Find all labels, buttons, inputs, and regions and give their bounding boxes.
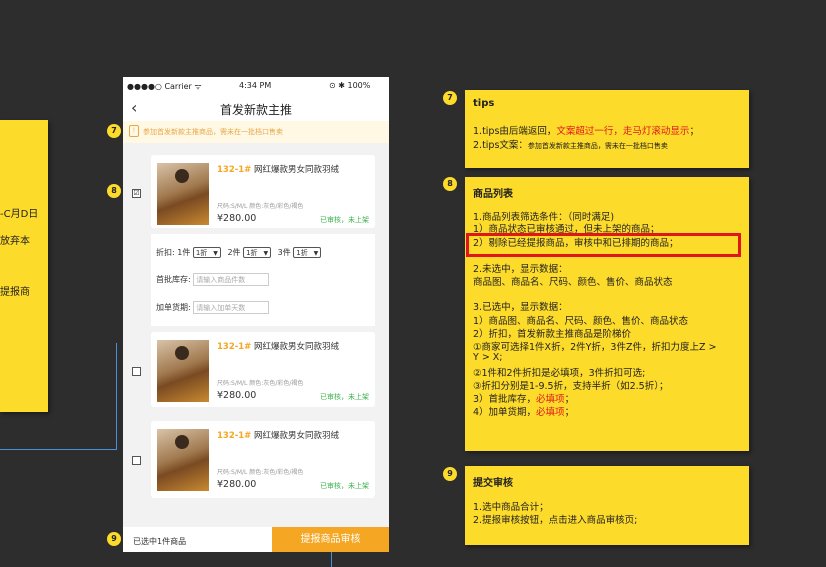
status-bar: ●●●●○ Carrier ᯤ 4:34 PM ⊙ ✱ 100% <box>123 77 389 95</box>
note-line: 1.tips由后端返回，文案超过一行，走马灯滚动显示； <box>473 123 699 137</box>
note-line: 商品图、商品名、尺码、颜色、售价、商品状态 <box>473 277 673 288</box>
product-card[interactable]: 132-1# 网红爆款男女同款羽绒 尺码:S/M/L 颜色:灰色/彩色/褐色 ¥… <box>151 421 375 498</box>
product-name: 网红爆款男女同款羽绒 <box>254 342 340 352</box>
tier-qty: 2件 <box>227 248 241 257</box>
product-name: 网红爆款男女同款羽绒 <box>254 431 340 441</box>
product-attributes: 尺码:S/M/L 颜色:灰色/彩色/褐色 <box>217 469 304 476</box>
left-note-line: 提报商 <box>0 287 30 298</box>
discount-row: 折扣: 1件 1折 2件 1折 3件 1折 <box>156 247 325 259</box>
note-line: 4）加单货期，必填项； <box>473 404 574 418</box>
note-line: 2.未选中，显示数据： <box>473 264 568 275</box>
product-card[interactable]: 132-1# 网红爆款男女同款羽绒 尺码:S/M/L 颜色:灰色/彩色/褐色 ¥… <box>151 155 375 228</box>
submit-review-button[interactable]: 提报商品审核 <box>272 527 389 552</box>
days-row: 加单货期: 请输入加单天数 <box>156 301 270 314</box>
product-attributes: 尺码:S/M/L 颜色:灰色/彩色/褐色 <box>217 380 304 387</box>
note-text: 4）加单货期， <box>473 407 537 418</box>
annotation-badge-8: 8 <box>107 184 121 198</box>
discount-panel: 折扣: 1件 1折 2件 1折 3件 1折 首批库存: 请输入商品件数 加单货期… <box>151 234 375 326</box>
nav-bar: ‹ 首发新款主推 <box>123 95 389 121</box>
product-title: 132-1# 网红爆款男女同款羽绒 <box>217 340 339 352</box>
left-note-card: -C月D日 放弃本 提报商 <box>0 120 48 412</box>
annotation-badge-7: 7 <box>443 91 457 105</box>
product-code: 132-1# <box>217 165 252 175</box>
note-line: 2.提报审核按钮，点击进入商品审核页; <box>473 515 638 526</box>
connector-line <box>331 552 332 567</box>
product-checkbox[interactable] <box>132 367 141 376</box>
note-card-tips: tips 1.tips由后端返回，文案超过一行，走马灯滚动显示； 2.tips文… <box>465 90 749 168</box>
stock-input[interactable]: 请输入商品件数 <box>193 273 270 286</box>
note-line: Y > X; <box>473 352 503 363</box>
notice-icon: ! <box>129 125 139 137</box>
note-line: ①商家可选择1件X折，2件Y折，3件Z件，折扣力度上Z > <box>473 342 717 353</box>
note-text: 1.tips由后端返回， <box>473 126 557 137</box>
product-price: ¥280.00 <box>217 390 257 401</box>
product-card[interactable]: 132-1# 网红爆款男女同款羽绒 尺码:S/M/L 颜色:灰色/彩色/褐色 ¥… <box>151 332 375 407</box>
annotation-badge-9: 9 <box>107 532 121 546</box>
product-status: 已审核，未上架 <box>320 393 369 401</box>
stock-row: 首批库存: 请输入商品件数 <box>156 273 270 286</box>
product-title: 132-1# 网红爆款男女同款羽绒 <box>217 429 339 441</box>
tier-qty: 3件 <box>277 248 291 257</box>
note-text: 2.tips文案： <box>473 140 528 151</box>
left-note-line: -C月D日 <box>0 209 39 220</box>
annotation-badge-7: 7 <box>107 124 121 138</box>
annotation-badge-8: 8 <box>443 177 457 191</box>
discount-select-2[interactable]: 1折 <box>243 247 272 259</box>
note-highlight: 必填项 <box>536 407 565 418</box>
product-code: 132-1# <box>217 342 252 352</box>
highlight-box <box>466 233 741 257</box>
stock-label: 首批库存: <box>156 275 191 284</box>
product-status: 已审核，未上架 <box>320 482 369 490</box>
note-line: 1）商品图、商品名、尺码、颜色、售价、商品状态 <box>473 316 689 327</box>
note-line: ②1件和2件折扣是必填项，3件折扣可选; <box>473 368 646 379</box>
product-title: 132-1# 网红爆款男女同款羽绒 <box>217 163 339 175</box>
days-input[interactable]: 请输入加单天数 <box>193 301 270 314</box>
discount-select-1[interactable]: 1折 <box>192 247 221 259</box>
product-checkbox[interactable] <box>132 456 141 465</box>
note-line: 3）首批库存，必填项； <box>473 391 574 405</box>
tip-bar: ! 参加首发新款主推商品，需未在一批档口售卖 <box>123 121 389 143</box>
note-line: ③折扣分别是1-9.5折，支持半折（如2.5折）； <box>473 381 669 392</box>
note-line: 2）折扣，首发新款主推商品是阶梯价 <box>473 329 632 340</box>
product-status: 已审核，未上架 <box>320 216 369 224</box>
note-text: 参加首发新款主推商品，需未在一批档口售卖 <box>527 142 668 150</box>
connector-line <box>0 449 116 450</box>
left-note-line: 放弃本 <box>0 236 30 247</box>
product-attributes: 尺码:S/M/L 颜色:灰色/彩色/褐色 <box>217 203 304 210</box>
tip-text: 参加首发新款主推商品，需未在一批档口售卖 <box>143 128 283 136</box>
page-title: 首发新款主推 <box>219 103 292 117</box>
note-card-product-list: 商品列表 1.商品列表筛选条件：（同时满足) 1）商品状态已审核通过，但未上架的… <box>465 177 749 451</box>
tier-qty: 1件 <box>177 248 191 257</box>
product-image <box>157 163 209 225</box>
bottom-bar: 已选中1件商品 提报商品审核 <box>123 527 389 552</box>
note-title: 商品列表 <box>473 189 513 200</box>
note-text: ； <box>689 126 699 137</box>
note-line: 3.已选中，显示数据： <box>473 302 568 313</box>
product-code: 132-1# <box>217 431 252 441</box>
phone-mockup: ●●●●○ Carrier ᯤ 4:34 PM ⊙ ✱ 100% ‹ 首发新款主… <box>123 77 389 552</box>
connector-line <box>116 343 117 450</box>
product-checkbox[interactable]: ☑ <box>132 189 141 198</box>
note-line: 2.tips文案：参加首发新款主推商品，需未在一批档口售卖 <box>473 137 668 151</box>
product-image <box>157 429 209 491</box>
note-title: tips <box>473 98 495 109</box>
note-title: 提交审核 <box>473 478 513 489</box>
selected-count: 已选中1件商品 <box>133 537 187 546</box>
discount-label: 折扣: <box>156 248 175 257</box>
product-image <box>157 340 209 402</box>
discount-select-3[interactable]: 1折 <box>293 247 322 259</box>
days-label: 加单货期: <box>156 303 191 312</box>
note-card-submit: 提交审核 1.选中商品合计； 2.提报审核按钮，点击进入商品审核页; <box>465 466 749 545</box>
battery-indicator: ⊙ ✱ 100% <box>329 81 371 90</box>
clock: 4:34 PM <box>239 81 272 90</box>
note-text: ； <box>564 407 575 418</box>
product-price: ¥280.00 <box>217 479 257 490</box>
product-price: ¥280.00 <box>217 213 257 224</box>
annotation-badge-9: 9 <box>443 467 457 481</box>
note-highlight: 文案超过一行，走马灯滚动显示 <box>556 126 690 137</box>
carrier-label: ●●●●○ Carrier ᯤ <box>127 82 202 91</box>
product-name: 网红爆款男女同款羽绒 <box>254 165 340 175</box>
note-line: 1.选中商品合计； <box>473 502 549 513</box>
